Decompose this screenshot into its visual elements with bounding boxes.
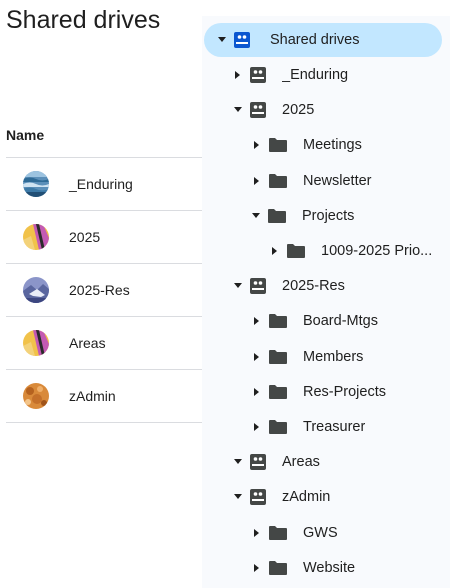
list-item[interactable]: 2025-Res xyxy=(6,264,202,317)
shared-drive-icon xyxy=(249,101,267,119)
caret-right-icon[interactable] xyxy=(251,139,263,151)
tree-item-newsletter[interactable]: Newsletter xyxy=(202,164,442,198)
tree-item-label: Meetings xyxy=(303,137,362,153)
tree-item-2025[interactable]: 2025 xyxy=(202,93,442,127)
caret-right-icon[interactable] xyxy=(251,527,263,539)
tree-item-label: _Enduring xyxy=(282,67,349,83)
tree-item-label: Website xyxy=(303,560,356,576)
list-item-label: Areas xyxy=(69,335,106,351)
shared-drive-list: _Enduring 2025 2025-Res Areas zAdmin xyxy=(6,157,202,423)
caret-right-icon[interactable] xyxy=(232,69,244,81)
tree-item-projects[interactable]: Projects xyxy=(202,199,442,233)
tree-item-label: Areas xyxy=(282,454,320,470)
tree-item-gws[interactable]: GWS xyxy=(202,516,442,550)
tree-item-label: 2025-Res xyxy=(282,278,345,294)
folder-icon xyxy=(267,208,287,224)
folder-icon xyxy=(268,560,288,576)
caret-down-icon[interactable] xyxy=(232,456,244,468)
tree-item-members[interactable]: Members xyxy=(202,340,442,374)
shared-drives-icon xyxy=(233,31,251,49)
shared-drive-icon xyxy=(249,453,267,471)
caret-down-icon[interactable] xyxy=(216,34,228,46)
tree-item-label: GWS xyxy=(303,525,338,541)
ocean-waves-avatar xyxy=(23,171,49,197)
page-title: Shared drives xyxy=(6,6,161,34)
caret-down-icon[interactable] xyxy=(232,104,244,116)
tree-item-board-mtgs[interactable]: Board-Mtgs xyxy=(202,304,442,338)
list-item[interactable]: 2025 xyxy=(6,211,202,264)
name-column-header[interactable]: Name xyxy=(6,127,44,143)
caret-down-icon[interactable] xyxy=(250,210,262,222)
caret-right-icon[interactable] xyxy=(251,421,263,433)
tree-item-label: Res-Projects xyxy=(303,384,386,400)
shared-drive-icon xyxy=(249,66,267,84)
caret-right-icon[interactable] xyxy=(251,175,263,187)
tree-item-label: 1009-2025 Prio... xyxy=(321,243,433,259)
shared-drive-icon xyxy=(249,488,267,506)
list-item[interactable]: zAdmin xyxy=(6,370,202,423)
caret-down-icon[interactable] xyxy=(232,280,244,292)
tree-item-label: Board-Mtgs xyxy=(303,313,378,329)
tree-item-label: Newsletter xyxy=(303,173,372,189)
tree-item-label: zAdmin xyxy=(282,489,331,505)
tree-item-meetings[interactable]: Meetings xyxy=(202,128,442,162)
folder-icon xyxy=(286,243,306,259)
tree-item-label: Projects xyxy=(302,208,355,224)
folder-icon xyxy=(268,173,288,189)
shared-drive-icon xyxy=(249,277,267,295)
list-item-label: 2025-Res xyxy=(69,282,130,298)
drive-tree-panel: Shared drives _Enduring 2025 Meetings Ne… xyxy=(202,16,450,588)
tree-item-res-projects[interactable]: Res-Projects xyxy=(202,375,442,409)
tree-item-treasurer[interactable]: Treasurer xyxy=(202,410,442,444)
tree-item-label: 2025 xyxy=(282,102,315,118)
tree-item-enduring[interactable]: _Enduring xyxy=(202,58,442,92)
tree-item-label: Shared drives xyxy=(270,32,360,48)
caret-right-icon[interactable] xyxy=(251,386,263,398)
list-item[interactable]: Areas xyxy=(6,317,202,370)
folder-icon xyxy=(268,384,288,400)
folder-icon xyxy=(268,137,288,153)
colorful-abstract-avatar xyxy=(23,224,49,250)
folder-icon xyxy=(268,313,288,329)
mountain-landscape-avatar xyxy=(23,277,49,303)
folder-icon xyxy=(268,525,288,541)
list-item[interactable]: _Enduring xyxy=(6,158,202,211)
caret-right-icon[interactable] xyxy=(269,245,281,257)
tree-item-zadmin[interactable]: zAdmin xyxy=(202,480,442,514)
orange-texture-avatar xyxy=(23,383,49,409)
caret-right-icon[interactable] xyxy=(251,315,263,327)
tree-item-2025-res[interactable]: 2025-Res xyxy=(202,269,442,303)
caret-down-icon[interactable] xyxy=(232,491,244,503)
colorful-abstract-avatar xyxy=(23,330,49,356)
list-item-label: zAdmin xyxy=(69,388,116,404)
folder-icon xyxy=(268,419,288,435)
folder-icon xyxy=(268,349,288,365)
tree-item-label: Treasurer xyxy=(303,419,366,435)
list-item-label: _Enduring xyxy=(69,176,133,192)
list-item-label: 2025 xyxy=(69,229,101,245)
caret-right-icon[interactable] xyxy=(251,562,263,574)
tree-item-label: Members xyxy=(303,349,364,365)
tree-item-shared-drives[interactable]: Shared drives xyxy=(204,23,442,57)
tree-item-website[interactable]: Website xyxy=(202,551,442,585)
tree-item-areas[interactable]: Areas xyxy=(202,445,442,479)
caret-right-icon[interactable] xyxy=(251,351,263,363)
tree-item-1009-2025[interactable]: 1009-2025 Prio... xyxy=(202,234,442,268)
